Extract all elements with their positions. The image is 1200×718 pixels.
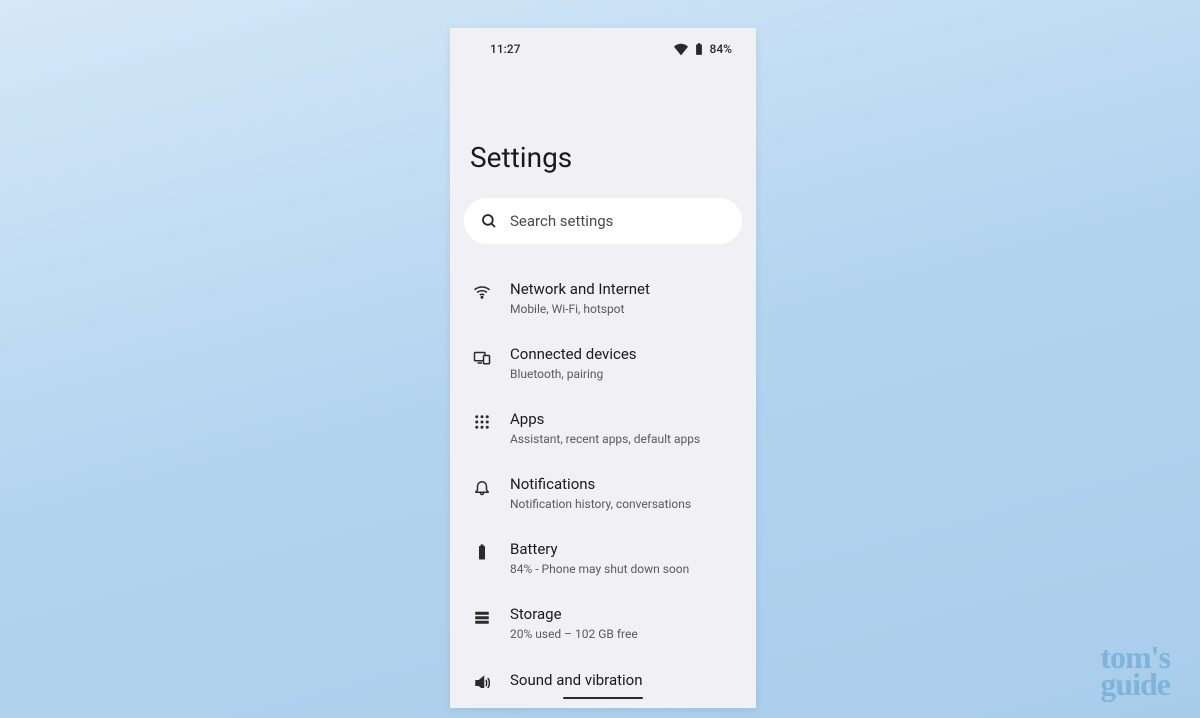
settings-item-notifications[interactable]: Notifications Notification history, conv…	[450, 461, 756, 526]
settings-item-network[interactable]: Network and Internet Mobile, Wi-Fi, hots…	[450, 266, 756, 331]
item-title: Battery	[510, 540, 736, 560]
search-icon	[480, 212, 498, 230]
item-subtitle: Assistant, recent apps, default apps	[510, 432, 736, 448]
nav-handle[interactable]	[563, 697, 643, 699]
navigation-bar[interactable]	[450, 688, 756, 708]
item-title: Apps	[510, 410, 736, 430]
status-bar: 11:27 84%	[450, 28, 756, 56]
item-subtitle: 84% - Phone may shut down soon	[510, 562, 736, 578]
settings-item-apps[interactable]: Apps Assistant, recent apps, default app…	[450, 396, 756, 461]
page-title: Settings	[450, 56, 756, 198]
search-input[interactable]: Search settings	[464, 198, 742, 244]
item-subtitle: 20% used – 102 GB free	[510, 627, 736, 643]
settings-item-storage[interactable]: Storage 20% used – 102 GB free	[450, 591, 756, 656]
status-time: 11:27	[490, 42, 520, 56]
sound-icon	[472, 673, 492, 688]
item-subtitle: Bluetooth, pairing	[510, 367, 736, 383]
wifi-icon	[472, 282, 492, 302]
settings-item-sound[interactable]: Sound and vibration Volume, haptics, Do …	[450, 657, 756, 688]
item-title: Connected devices	[510, 345, 736, 365]
phone-frame: 11:27 84% Settings Search settings Netwo…	[450, 28, 756, 708]
storage-icon	[472, 607, 492, 627]
settings-list: Network and Internet Mobile, Wi-Fi, hots…	[450, 262, 756, 688]
apps-icon	[472, 412, 492, 432]
item-title: Storage	[510, 605, 736, 625]
watermark-line2: guide	[1100, 671, 1170, 698]
status-battery-percent: 84%	[710, 42, 732, 56]
status-right: 84%	[674, 42, 732, 56]
settings-item-battery[interactable]: Battery 84% - Phone may shut down soon	[450, 526, 756, 591]
search-placeholder: Search settings	[510, 212, 613, 230]
battery-icon	[692, 42, 706, 56]
item-subtitle: Notification history, conversations	[510, 497, 736, 513]
item-subtitle: Mobile, Wi-Fi, hotspot	[510, 302, 736, 318]
watermark-logo: tom's guide	[1100, 644, 1170, 698]
devices-icon	[472, 347, 492, 367]
item-title: Network and Internet	[510, 280, 736, 300]
wifi-icon	[674, 42, 688, 56]
item-title: Sound and vibration	[510, 671, 736, 688]
bell-icon	[472, 477, 492, 497]
settings-item-connected-devices[interactable]: Connected devices Bluetooth, pairing	[450, 331, 756, 396]
item-title: Notifications	[510, 475, 736, 495]
battery-icon	[472, 542, 492, 562]
